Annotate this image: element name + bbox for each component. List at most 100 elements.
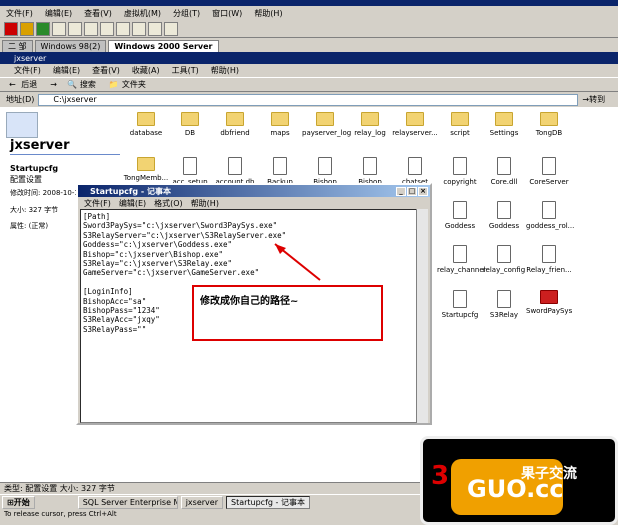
explorer-menu-item[interactable]: 查看(V) [86, 65, 126, 76]
tab-home[interactable]: 二 邹 [2, 40, 33, 52]
folder-icon [495, 112, 513, 126]
vm-menu-item[interactable]: 文件(F) [0, 8, 39, 19]
explorer-menu-item[interactable]: 帮助(H) [205, 65, 245, 76]
pause-icon[interactable] [20, 21, 34, 36]
document-icon [273, 157, 287, 175]
file-item[interactable]: Bishop [302, 157, 348, 186]
folder-icon [316, 112, 334, 126]
search-label: 搜索 [79, 80, 96, 89]
vm-menu-item[interactable]: 虚拟机(M) [118, 8, 167, 19]
search-button[interactable]: 🔍 搜索 [64, 79, 102, 90]
explorer-menu-item[interactable]: 编辑(E) [47, 65, 86, 76]
document-icon [183, 157, 197, 175]
file-item[interactable]: goddess_rol... [526, 201, 574, 230]
vm-menu-item[interactable]: 窗口(W) [206, 8, 248, 19]
notepad-menu-item[interactable]: 编辑(E) [115, 198, 150, 209]
document-icon [542, 245, 556, 263]
file-item[interactable]: Goddess [437, 201, 483, 230]
vm-menu-item[interactable]: 分组(T) [167, 8, 206, 19]
tab-win2000[interactable]: Windows 2000 Server [108, 40, 219, 52]
document-icon [453, 290, 467, 308]
snapshot-icon[interactable] [68, 21, 82, 36]
folder-icon [540, 112, 558, 126]
folder-icon [361, 112, 379, 126]
play-icon[interactable] [36, 21, 50, 36]
document-icon [497, 245, 511, 263]
task-notepad[interactable]: Startupcfg - 记事本 [225, 496, 310, 509]
minimize-button[interactable]: _ [396, 186, 406, 196]
file-item[interactable]: relay_config [481, 245, 527, 274]
file-item[interactable]: TongMemb... [123, 157, 169, 182]
folders-label: 文件夹 [121, 80, 146, 89]
revert-icon[interactable] [84, 21, 98, 36]
console-icon[interactable] [148, 21, 162, 36]
file-item[interactable]: database [123, 112, 169, 137]
file-label: payserver_log [302, 129, 352, 137]
info-title: jxserver [10, 138, 70, 153]
file-item[interactable]: Startupcfg [437, 290, 483, 319]
file-item[interactable]: Bishop [347, 157, 393, 186]
apps-icon[interactable] [164, 21, 178, 36]
notepad-menu-item[interactable]: 格式(O) [150, 198, 187, 209]
address-bar: 地址(D) C:\jxserver →转到 [0, 92, 618, 107]
maximize-button[interactable]: □ [407, 186, 417, 196]
file-item[interactable]: acc_setup [167, 157, 213, 186]
summary-icon[interactable] [132, 21, 146, 36]
file-item[interactable]: DB [167, 112, 213, 137]
close-button[interactable]: × [418, 186, 428, 196]
file-item[interactable]: relay_channel [437, 245, 486, 274]
fullscreen-icon[interactable] [100, 21, 114, 36]
notepad-menu: 文件(F) 编辑(E) 格式(O) 帮助(H) [78, 197, 430, 209]
forward-button[interactable]: → [47, 80, 60, 89]
file-label: relay_channel [437, 266, 486, 274]
file-item[interactable]: script [437, 112, 483, 137]
file-item[interactable]: relay_log [347, 112, 393, 137]
file-item[interactable]: SwordPaySys [526, 290, 572, 315]
reset-icon[interactable] [52, 21, 66, 36]
file-item[interactable]: Core.dll [481, 157, 527, 186]
notepad-menu-item[interactable]: 帮助(H) [187, 198, 223, 209]
vm-toolbar [0, 20, 618, 38]
file-item[interactable]: chatset [392, 157, 438, 186]
vm-menu-bar: 文件(F) 编辑(E) 查看(V) 虚拟机(M) 分组(T) 窗口(W) 帮助(H) [0, 6, 618, 20]
file-item[interactable]: copyright [437, 157, 483, 186]
file-item[interactable]: maps [257, 112, 303, 137]
task-jxserver[interactable]: jxserver [180, 496, 223, 509]
vm-tabs: 二 邹 Windows 98(2) Windows 2000 Server [0, 38, 618, 52]
quickswitch-icon[interactable] [116, 21, 130, 36]
stop-icon[interactable] [4, 21, 18, 36]
explorer-menu-item[interactable]: 文件(F) [8, 65, 47, 76]
file-item[interactable]: dbfriend [212, 112, 258, 137]
back-button[interactable]: ← 后退 [6, 79, 43, 90]
explorer-toolbar: ← 后退 → 🔍 搜索 📁 文件夹 [0, 77, 618, 92]
document-icon [497, 157, 511, 175]
explorer-menu-item[interactable]: 工具(T) [166, 65, 205, 76]
file-item[interactable]: Backup [257, 157, 303, 186]
notepad-title: Startupcfg - 记事本 [90, 186, 172, 196]
file-item[interactable]: account.db [212, 157, 258, 186]
file-item[interactable]: Goddess [481, 201, 527, 230]
file-item[interactable]: S3Relay [481, 290, 527, 319]
file-item[interactable]: relayserver... [392, 112, 438, 137]
file-label: Core.dll [490, 178, 518, 186]
notepad-scrollbar[interactable] [416, 209, 428, 423]
explorer-menu-item[interactable]: 收藏(A) [126, 65, 166, 76]
vm-menu-item[interactable]: 帮助(H) [248, 8, 288, 19]
file-item[interactable]: Settings [481, 112, 527, 137]
task-sql[interactable]: SQL Server Enterprise Ma... [77, 496, 178, 509]
info-selected-type: 配置设置 [10, 175, 42, 184]
text-line: Sword3PaySys="c:\jxserver\Sword3PaySys.e… [83, 221, 278, 231]
file-label: Relay_frien... [526, 266, 572, 274]
file-item[interactable]: TongDB [526, 112, 572, 137]
file-item[interactable]: Relay_frien... [526, 245, 572, 274]
notepad-menu-item[interactable]: 文件(F) [80, 198, 115, 209]
folders-button[interactable]: 📁 文件夹 [106, 79, 152, 90]
start-button[interactable]: ⊞ 开始 [2, 496, 35, 509]
vm-menu-item[interactable]: 编辑(E) [39, 8, 78, 19]
file-item[interactable]: CoreServer [526, 157, 572, 186]
vm-menu-item[interactable]: 查看(V) [78, 8, 118, 19]
file-item[interactable]: payserver_log [302, 112, 352, 137]
tab-win98[interactable]: Windows 98(2) [34, 40, 107, 52]
go-button[interactable]: →转到 [582, 94, 605, 105]
address-input[interactable]: C:\jxserver [38, 93, 579, 106]
